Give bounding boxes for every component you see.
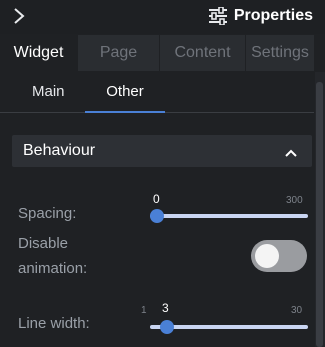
sliders-icon	[208, 7, 228, 25]
line-width-min: 1	[141, 305, 147, 316]
tab-bar: Widget Page Content Settings	[0, 35, 314, 71]
line-width-max: 30	[291, 305, 303, 316]
subtab-main[interactable]: Main	[14, 72, 84, 112]
section-title: Behaviour	[23, 142, 96, 159]
subtab-other[interactable]: Other	[85, 72, 165, 113]
scrollbar-thumb[interactable]	[316, 82, 323, 347]
subtab-bar: Main Other	[0, 72, 314, 113]
disable-animation-label-line1: Disable	[18, 235, 69, 252]
chevron-up-icon[interactable]	[284, 145, 298, 163]
disable-animation-toggle[interactable]	[251, 240, 307, 272]
panel-title-label: Properties	[233, 7, 313, 24]
spacing-slider-thumb[interactable]	[150, 209, 164, 223]
tab-widget[interactable]: Widget	[0, 35, 78, 71]
behaviour-section-header[interactable]: Behaviour	[12, 135, 312, 167]
line-width-value: 3	[162, 301, 169, 315]
line-width-label: Line width:	[18, 315, 90, 332]
panel-header: Properties	[0, 0, 325, 34]
chevron-right-icon[interactable]	[10, 6, 28, 26]
tab-content[interactable]: Content	[160, 35, 246, 71]
spacing-label: Spacing:	[18, 205, 77, 222]
spacing-max: 300	[286, 195, 303, 206]
line-width-slider-thumb[interactable]	[159, 320, 174, 334]
toggle-knob	[255, 244, 279, 268]
panel-title: Properties	[208, 7, 313, 25]
tab-page[interactable]: Page	[78, 35, 160, 71]
spacing-slider-track[interactable]	[150, 214, 308, 218]
tab-settings[interactable]: Settings	[246, 35, 314, 71]
spacing-value: 0	[153, 192, 160, 206]
disable-animation-label-line2: animation:	[18, 260, 88, 277]
